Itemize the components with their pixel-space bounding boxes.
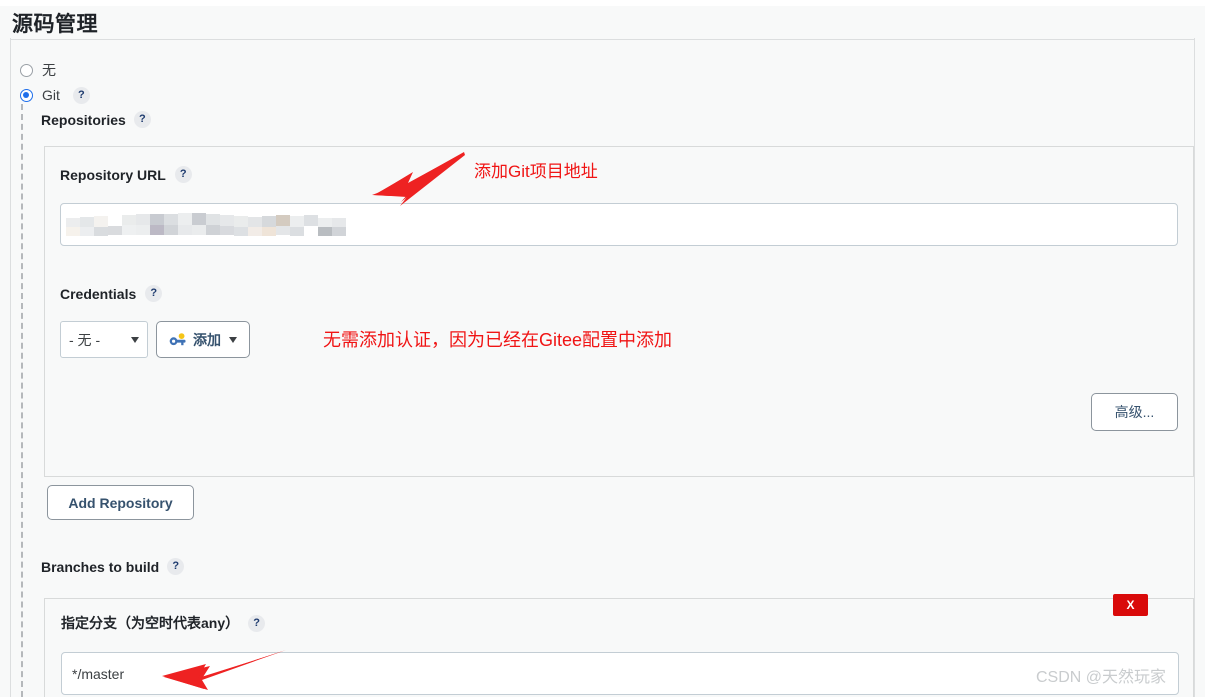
help-icon-repository-url[interactable]: ? (174, 166, 192, 183)
credentials-select-value: - 无 - (69, 331, 101, 348)
branch-spec-label: 指定分支（为空时代表any） ? (61, 613, 266, 633)
branch-spec-label-text: 指定分支（为空时代表any） (61, 615, 240, 631)
csdn-watermark: CSDN @天然玩家 (1036, 669, 1167, 686)
delete-branch-button[interactable]: X (1113, 594, 1148, 616)
key-icon (169, 332, 186, 345)
scm-settings-page: 源码管理 无 Git ? Repositories ? Repository U… (0, 0, 1205, 697)
scm-option-none[interactable]: 无 (20, 60, 56, 80)
add-repository-button[interactable]: Add Repository (47, 485, 194, 520)
page-title: 源码管理 (12, 13, 98, 36)
repositories-heading-label: Repositories (41, 111, 126, 128)
add-repository-label: Add Repository (68, 494, 173, 511)
radio-git-icon[interactable] (20, 88, 33, 102)
repository-card (44, 146, 1194, 477)
help-icon-branch-spec[interactable]: ? (248, 614, 266, 632)
repositories-heading: Repositories ? (41, 111, 151, 128)
advanced-button[interactable]: 高级... (1091, 393, 1178, 431)
title-divider (11, 39, 1194, 40)
radio-none-icon[interactable] (20, 63, 33, 77)
annotation-credentials: 无需添加认证，因为已经在Gitee配置中添加 (323, 330, 673, 350)
help-icon-git[interactable]: ? (72, 86, 90, 104)
add-credentials-label: 添加 (193, 331, 221, 348)
branches-heading-label: Branches to build (41, 558, 160, 575)
annotation-arrow-branch-icon (162, 650, 286, 690)
advanced-button-label: 高级... (1114, 404, 1155, 420)
top-spacer (0, 0, 1205, 6)
branches-heading: Branches to build ? (41, 558, 185, 575)
page-right-border (1194, 38, 1195, 697)
help-icon-credentials[interactable]: ? (145, 285, 163, 302)
annotation-arrow-url-icon (372, 152, 465, 206)
repository-url-label-text: Repository URL (60, 166, 166, 183)
help-icon-repositories[interactable]: ? (133, 111, 151, 128)
scm-option-none-label: 无 (42, 62, 56, 78)
caret-down-icon (229, 336, 237, 343)
chevron-down-icon (131, 336, 139, 343)
redacted-url-mosaic (66, 213, 346, 236)
delete-branch-label: X (1126, 598, 1135, 612)
branch-spec-value: */master (72, 665, 125, 682)
add-credentials-button[interactable]: 添加 (156, 321, 250, 358)
credentials-label: Credentials ? (60, 285, 163, 302)
credentials-row: - 无 - 添加 (60, 321, 250, 358)
help-icon-branches[interactable]: ? (167, 558, 185, 575)
credentials-label-text: Credentials (60, 285, 137, 302)
tree-guide-line (21, 104, 23, 697)
repository-url-label: Repository URL ? (60, 166, 192, 183)
page-left-border (10, 38, 11, 697)
scm-option-git-label: Git (42, 87, 60, 103)
annotation-repository-url: 添加Git项目地址 (474, 162, 598, 181)
credentials-select[interactable]: - 无 - (60, 321, 148, 358)
scm-option-git[interactable]: Git ? (20, 85, 90, 105)
